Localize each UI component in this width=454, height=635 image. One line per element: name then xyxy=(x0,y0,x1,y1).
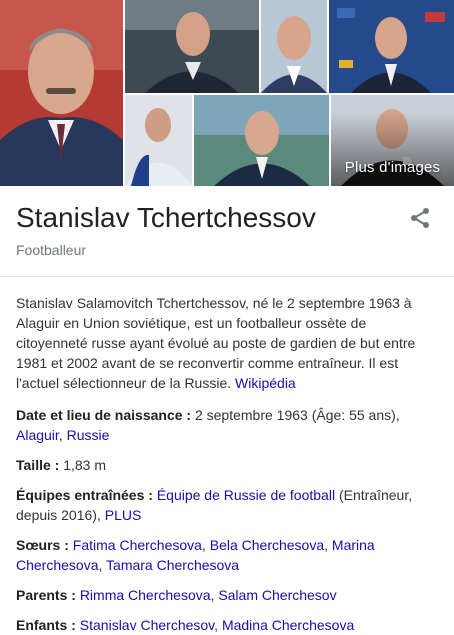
sister-link[interactable]: Fatima Cherchesova xyxy=(73,537,202,553)
wikipedia-link[interactable]: Wikipédia xyxy=(235,375,296,391)
child-link[interactable]: Stanislav Cherchesov xyxy=(80,617,214,633)
fact-parents: Parents : Rimma Cherchesova, Salam Cherc… xyxy=(16,587,337,603)
parent-link[interactable]: Salam Cherchesov xyxy=(218,587,336,603)
photo-4[interactable] xyxy=(329,0,454,93)
description-text: Stanislav Salamovitch Tchertchessov, né … xyxy=(16,295,416,391)
more-images-button[interactable]: Plus d'images xyxy=(331,95,454,186)
panel-content: Stanislav Salamovitch Tchertchessov, né … xyxy=(0,277,454,635)
fact-height: Taille : 1,83 m xyxy=(16,455,438,475)
fact-birth-value: 2 septembre 1963 (Âge: 55 ans), xyxy=(194,407,400,423)
fact-height-value: 1,83 m xyxy=(63,457,107,473)
fact-birth-label: Date et lieu de naissance : xyxy=(16,407,192,423)
photo-6[interactable] xyxy=(194,95,329,186)
fact-parents-label: Parents : xyxy=(16,587,76,603)
description: Stanislav Salamovitch Tchertchessov, né … xyxy=(16,293,438,393)
photo-main[interactable] xyxy=(0,0,123,186)
parent-link[interactable]: Rimma Cherchesova xyxy=(80,587,211,603)
fact-teams-label: Équipes entraînées : xyxy=(16,487,153,503)
fact-height-label: Taille : xyxy=(16,457,60,473)
fact-children-label: Enfants : xyxy=(16,617,76,633)
share-icon xyxy=(411,208,429,228)
birth-place-link-alaguir[interactable]: Alaguir xyxy=(16,427,59,443)
image-gallery: Plus d'images xyxy=(0,0,454,186)
birth-place-link-russie[interactable]: Russie xyxy=(67,427,110,443)
photo-2[interactable] xyxy=(125,0,259,93)
share-button[interactable] xyxy=(408,206,432,230)
photo-3[interactable] xyxy=(261,0,327,93)
fact-birth: Date et lieu de naissance : 2 septembre … xyxy=(16,405,438,445)
sister-link[interactable]: Bela Cherchesova xyxy=(210,537,324,553)
panel-header: Stanislav Tchertchessov Footballeur xyxy=(0,186,454,277)
teams-more-link[interactable]: PLUS xyxy=(105,507,142,523)
photo-5[interactable] xyxy=(125,95,192,186)
entity-title: Stanislav Tchertchessov xyxy=(16,202,316,233)
fact-children: Enfants : Stanislav Cherchesov, Madina C… xyxy=(16,617,355,633)
birth-place-separator: , xyxy=(58,427,63,443)
more-images-label: Plus d'images xyxy=(344,159,441,176)
fact-sisters: Sœurs : Fatima Cherchesova, Bela Cherche… xyxy=(16,537,375,573)
fact-teams: Équipes entraînées : Équipe de Russie de… xyxy=(16,485,438,525)
knowledge-panel: Plus d'images Stanislav Tchertchessov Fo… xyxy=(0,0,454,633)
team-link[interactable]: Équipe de Russie de football xyxy=(157,487,335,503)
child-link[interactable]: Madina Cherchesova xyxy=(222,617,354,633)
sister-link[interactable]: Tamara Cherchesova xyxy=(106,557,239,573)
fact-sisters-label: Sœurs : xyxy=(16,537,69,553)
entity-subtitle: Footballeur xyxy=(16,242,87,258)
